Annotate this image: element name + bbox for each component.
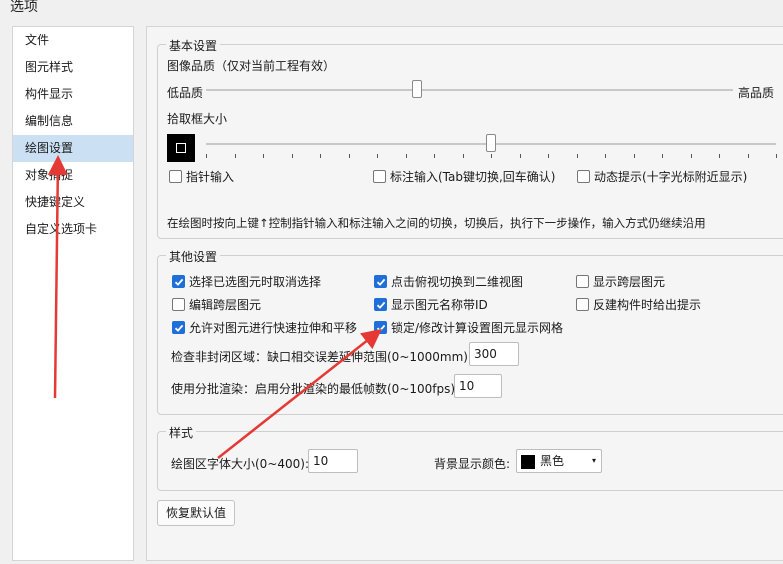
input-switch-hint: 在绘图时按向上键↑控制指针输入和标注输入之间的切换，切换后，执行下一步操作，输入… xyxy=(167,216,706,230)
slider-tick xyxy=(519,154,521,158)
lock-calc-grid-box[interactable] xyxy=(374,321,387,334)
batch-render-input[interactable]: 10 xyxy=(454,374,502,398)
pick-box-slider-thumb[interactable] xyxy=(486,134,496,152)
slider-tick xyxy=(605,154,606,158)
slider-tick xyxy=(234,154,236,158)
basic-settings-legend: 基本设置 xyxy=(166,37,221,54)
slider-tick xyxy=(576,154,578,158)
top-view-2d-box[interactable] xyxy=(374,275,387,288)
quick-stretch-move-checkbox[interactable]: 允许对图元进行快速拉伸和平移 xyxy=(172,319,357,336)
bg-color-select[interactable]: 黑色 ▾ xyxy=(516,449,602,473)
deselect-selected-checkbox[interactable]: 选择已选图元时取消选择 xyxy=(172,273,321,290)
bg-color-value: 黑色 xyxy=(540,454,565,468)
image-quality-label: 图像品质（仅对当前工程有效） xyxy=(167,59,336,73)
bg-color-swatch xyxy=(521,454,535,469)
batch-render-label: 使用分批渲染：启用分批渲染的最低帧数(0~100fps): xyxy=(171,382,460,396)
quality-slider-thumb[interactable] xyxy=(411,80,422,98)
pointer-input-label: 指针输入 xyxy=(186,170,235,184)
sidebar-item-file[interactable]: 文件 xyxy=(13,27,133,54)
slider-tick xyxy=(690,154,692,158)
slider-tick xyxy=(548,154,549,158)
slider-tick xyxy=(462,154,464,158)
top-view-2d-label: 点击俯视切换到二维视图 xyxy=(391,275,524,289)
dynamic-hint-checkbox[interactable]: 动态提示(十字光标附近显示) xyxy=(577,168,747,185)
pointer-input-checkbox[interactable]: 指针输入 xyxy=(169,168,234,185)
dynamic-hint-box[interactable] xyxy=(577,170,590,183)
sidebar-item-shortcut-keys[interactable]: 快捷键定义 xyxy=(13,189,133,216)
slider-tick xyxy=(263,154,264,158)
basic-settings-group: 基本设置 图像品质（仅对当前工程有效） 低品质 高品质 拾取框大小 指针输入 标… xyxy=(157,37,783,239)
show-cross-floor-label: 显示跨层图元 xyxy=(593,275,666,289)
slider-tick xyxy=(206,154,207,158)
deselect-selected-box[interactable] xyxy=(172,275,185,288)
edit-cross-floor-label: 编辑跨层图元 xyxy=(189,298,262,312)
quick-stretch-move-label: 允许对图元进行快速拉伸和平移 xyxy=(189,321,358,335)
quality-slider-track[interactable] xyxy=(206,89,733,91)
dimension-input-checkbox[interactable]: 标注输入(Tab键切换,回车确认) xyxy=(373,168,556,185)
slider-tick xyxy=(633,154,635,158)
slider-tick xyxy=(776,154,777,158)
sidebar-item-object-snap[interactable]: 对象捕捉 xyxy=(13,162,133,189)
chevron-down-icon: ▾ xyxy=(591,456,596,465)
sidebar-item-compile-info[interactable]: 编制信息 xyxy=(13,108,133,135)
reverse-build-hint-label: 反建构件时给出提示 xyxy=(593,298,702,312)
dynamic-hint-label: 动态提示(十字光标附近显示) xyxy=(594,170,748,184)
pick-box-preview xyxy=(167,134,195,162)
settings-panel: 基本设置 图像品质（仅对当前工程有效） 低品质 高品质 拾取框大小 指针输入 标… xyxy=(146,26,783,561)
other-settings-legend: 其他设置 xyxy=(166,248,221,265)
slider-tick xyxy=(348,154,350,158)
sidebar-item-drawing-settings[interactable]: 绘图设置 xyxy=(13,135,133,162)
slider-tick xyxy=(491,154,492,158)
unclosed-area-input[interactable]: 300 xyxy=(469,342,519,366)
style-legend: 样式 xyxy=(166,424,197,441)
slider-tick xyxy=(320,154,321,158)
unclosed-area-label: 检查非封闭区域：缺口相交误差延伸范围(0~1000mm): xyxy=(171,350,473,364)
font-size-input[interactable]: 10 xyxy=(308,449,358,473)
bg-color-label: 背景显示颜色: xyxy=(434,457,511,471)
dimension-input-label: 标注输入(Tab键切换,回车确认) xyxy=(390,170,556,184)
slider-tick xyxy=(405,154,407,158)
dimension-input-box[interactable] xyxy=(373,170,386,183)
lock-calc-grid-checkbox[interactable]: 锁定/修改计算设置图元显示网格 xyxy=(374,319,563,336)
pick-box-size-label: 拾取框大小 xyxy=(167,112,228,126)
slider-tick xyxy=(662,154,663,158)
show-cross-floor-checkbox[interactable]: 显示跨层图元 xyxy=(576,273,665,290)
sidebar-item-custom-tabs[interactable]: 自定义选项卡 xyxy=(13,216,133,243)
edit-cross-floor-box[interactable] xyxy=(172,298,185,311)
deselect-selected-label: 选择已选图元时取消选择 xyxy=(189,275,322,289)
quick-stretch-move-box[interactable] xyxy=(172,321,185,334)
show-name-with-id-checkbox[interactable]: 显示图元名称带ID xyxy=(374,296,488,313)
slider-tick xyxy=(747,154,749,158)
edit-cross-floor-checkbox[interactable]: 编辑跨层图元 xyxy=(172,296,261,313)
restore-defaults-button[interactable]: 恢复默认值 xyxy=(157,500,236,526)
quality-low-label: 低品质 xyxy=(167,86,204,100)
slider-tick xyxy=(434,154,435,158)
show-cross-floor-box[interactable] xyxy=(576,275,589,288)
top-view-2d-checkbox[interactable]: 点击俯视切换到二维视图 xyxy=(374,273,523,290)
style-group: 样式 绘图区字体大小(0~400): 10 背景显示颜色: 黑色 ▾ xyxy=(157,424,783,491)
slider-tick xyxy=(719,154,720,158)
quality-high-label: 高品质 xyxy=(738,86,775,100)
slider-tick xyxy=(377,154,378,158)
pointer-input-box[interactable] xyxy=(169,170,182,183)
lock-calc-grid-label: 锁定/修改计算设置图元显示网格 xyxy=(391,321,564,335)
slider-tick xyxy=(291,154,293,158)
reverse-build-hint-box[interactable] xyxy=(576,298,589,311)
font-size-label: 绘图区字体大小(0~400): xyxy=(171,457,310,471)
sidebar-item-component-display[interactable]: 构件显示 xyxy=(13,81,133,108)
options-sidebar: 文件 图元样式 构件显示 编制信息 绘图设置 对象捕捉 快捷键定义 自定义选项卡 xyxy=(12,26,134,561)
window-title: 选项 xyxy=(10,0,38,15)
sidebar-item-element-style[interactable]: 图元样式 xyxy=(13,54,133,81)
show-name-with-id-label: 显示图元名称带ID xyxy=(391,298,488,312)
reverse-build-hint-checkbox[interactable]: 反建构件时给出提示 xyxy=(576,296,701,313)
other-settings-group: 其他设置 选择已选图元时取消选择 点击俯视切换到二维视图 显示跨层图元 编辑跨层… xyxy=(157,248,783,415)
show-name-with-id-box[interactable] xyxy=(374,298,387,311)
